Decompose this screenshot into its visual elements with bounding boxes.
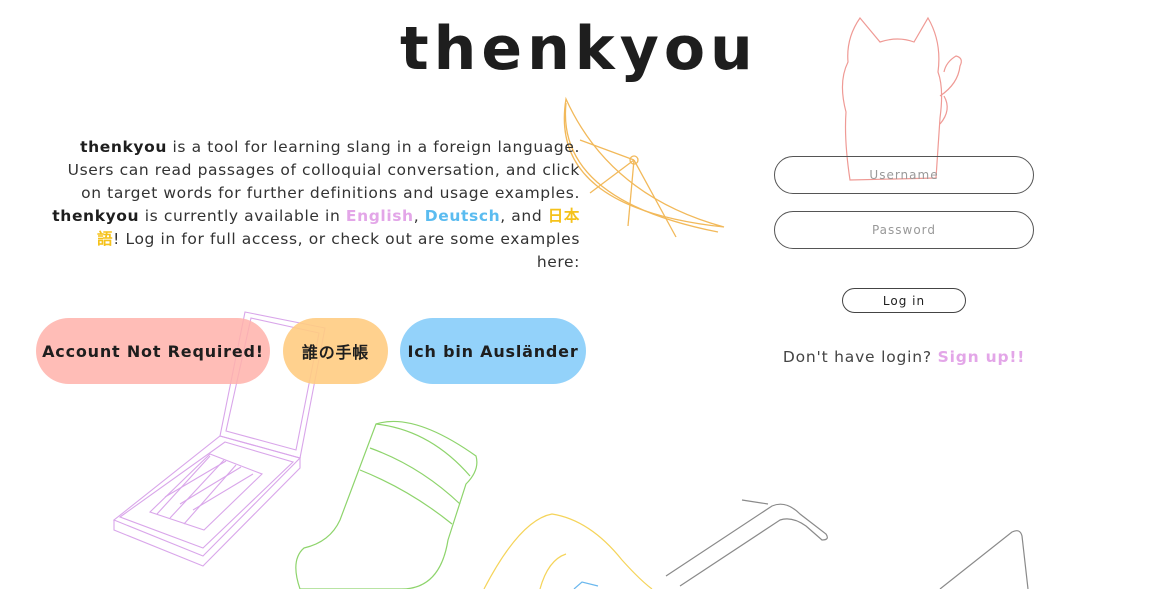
brand-name: thenkyou <box>80 138 167 156</box>
background-doodles <box>112 16 1029 589</box>
sunglasses-icon <box>665 499 1029 589</box>
signup-link[interactable]: Sign up!! <box>938 348 1025 366</box>
example-japanese-button[interactable]: 誰の手帳 <box>283 318 388 384</box>
banana-icon <box>483 513 653 589</box>
brand-name-2: thenkyou <box>52 207 140 225</box>
intro-sep-2: , and <box>500 207 548 225</box>
example-english-button[interactable]: Account Not Required! <box>36 318 270 384</box>
language-deutsch: Deutsch <box>424 207 501 225</box>
login-button[interactable]: Log in <box>842 288 966 313</box>
lemon-slice-icon <box>563 96 725 238</box>
blue-shape-icon <box>573 581 599 589</box>
site-logo: thenkyou <box>400 14 758 84</box>
sock-icon <box>295 420 478 589</box>
signup-prompt: Don't have login? Sign up!! <box>774 348 1034 366</box>
intro-sep-1: , <box>413 207 425 225</box>
language-english: English <box>345 207 414 225</box>
password-input[interactable] <box>774 211 1034 249</box>
username-input[interactable] <box>774 156 1034 194</box>
example-german-button[interactable]: Ich bin Ausländer <box>400 318 586 384</box>
intro-paragraph: thenkyou is a tool for learning slang in… <box>50 136 580 274</box>
signup-prompt-text: Don't have login? <box>782 348 938 366</box>
intro-text-2: is currently available in <box>139 207 346 225</box>
intro-text-3: ! Log in for full access, or check out a… <box>113 230 580 271</box>
